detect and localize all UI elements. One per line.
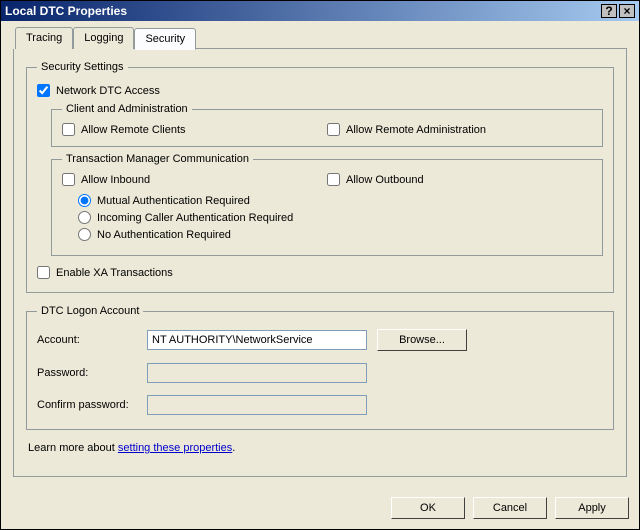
client-admin-group: Client and Administration Allow Remote C…	[51, 103, 603, 147]
tab-strip: Tracing Logging Security	[15, 27, 627, 49]
dialog-window: Local DTC Properties ? × Tracing Logging…	[0, 0, 640, 530]
network-dtc-row: Network DTC Access	[37, 84, 603, 97]
security-settings-group: Security Settings Network DTC Access Cli…	[26, 61, 614, 293]
learn-suffix: .	[232, 442, 235, 454]
auth-mutual-label: Mutual Authentication Required	[97, 195, 250, 207]
auth-incoming-radio[interactable]	[78, 211, 91, 224]
allow-inbound-label: Allow Inbound	[81, 174, 150, 186]
confirm-password-label: Confirm password:	[37, 399, 137, 411]
account-label: Account:	[37, 334, 137, 346]
enable-xa-row: Enable XA Transactions	[37, 266, 603, 279]
network-dtc-label: Network DTC Access	[56, 85, 160, 97]
network-dtc-checkbox[interactable]	[37, 84, 50, 97]
allow-remote-clients-checkbox[interactable]	[62, 123, 75, 136]
password-label: Password:	[37, 367, 137, 379]
allow-outbound-label: Allow Outbound	[346, 174, 424, 186]
account-input[interactable]	[147, 330, 367, 350]
titlebar: Local DTC Properties ? ×	[1, 1, 639, 21]
auth-mutual-radio[interactable]	[78, 194, 91, 207]
close-button[interactable]: ×	[619, 4, 635, 18]
allow-remote-clients-label: Allow Remote Clients	[81, 124, 186, 136]
learn-prefix: Learn more about	[28, 442, 118, 454]
client-admin-legend: Client and Administration	[62, 103, 192, 115]
auth-none-radio[interactable]	[78, 228, 91, 241]
client-area: Tracing Logging Security Security Settin…	[1, 21, 639, 489]
confirm-password-input[interactable]	[147, 395, 367, 415]
dialog-buttons: OK Cancel Apply	[1, 489, 639, 529]
tm-comm-group: Transaction Manager Communication Allow …	[51, 153, 603, 256]
security-settings-legend: Security Settings	[37, 61, 128, 73]
help-button[interactable]: ?	[601, 4, 617, 18]
titlebar-controls: ? ×	[601, 4, 635, 18]
allow-remote-admin-checkbox[interactable]	[327, 123, 340, 136]
tab-logging[interactable]: Logging	[73, 27, 134, 49]
browse-button[interactable]: Browse...	[377, 329, 467, 351]
learn-more-text: Learn more about setting these propertie…	[28, 442, 612, 454]
auth-incoming-label: Incoming Caller Authentication Required	[97, 212, 293, 224]
enable-xa-checkbox[interactable]	[37, 266, 50, 279]
logon-account-legend: DTC Logon Account	[37, 305, 143, 317]
tm-comm-legend: Transaction Manager Communication	[62, 153, 253, 165]
password-input[interactable]	[147, 363, 367, 383]
allow-inbound-checkbox[interactable]	[62, 173, 75, 186]
allow-outbound-checkbox[interactable]	[327, 173, 340, 186]
learn-more-link[interactable]: setting these properties	[118, 442, 232, 454]
cancel-button[interactable]: Cancel	[473, 497, 547, 519]
allow-remote-admin-label: Allow Remote Administration	[346, 124, 486, 136]
window-title: Local DTC Properties	[5, 4, 127, 18]
ok-button[interactable]: OK	[391, 497, 465, 519]
apply-button[interactable]: Apply	[555, 497, 629, 519]
tab-tracing[interactable]: Tracing	[15, 27, 73, 49]
tab-security[interactable]: Security	[134, 28, 196, 50]
tab-panel-security: Security Settings Network DTC Access Cli…	[13, 49, 627, 477]
auth-none-label: No Authentication Required	[97, 229, 231, 241]
enable-xa-label: Enable XA Transactions	[56, 267, 173, 279]
logon-account-group: DTC Logon Account Account: Browse... Pas…	[26, 305, 614, 430]
